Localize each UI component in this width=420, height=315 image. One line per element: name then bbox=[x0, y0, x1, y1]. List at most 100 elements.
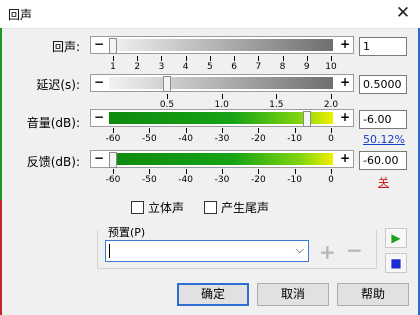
delay-track[interactable] bbox=[109, 76, 333, 92]
echo-tick-mark bbox=[113, 56, 114, 61]
echo-tick-mark bbox=[258, 56, 260, 61]
echo-minus-icon[interactable]: − bbox=[92, 37, 106, 53]
volume-slider[interactable]: − + bbox=[90, 109, 354, 127]
feedback-tick-label: -50 bbox=[141, 175, 157, 185]
play-button[interactable]: ▶ bbox=[385, 228, 407, 248]
echo-slider[interactable]: − + bbox=[90, 36, 354, 54]
window-title: 回声 bbox=[8, 8, 33, 22]
echo-tick-mark bbox=[185, 56, 187, 61]
echo-tick-label: 1 bbox=[110, 62, 116, 72]
feedback-value-field[interactable]: -60.00 bbox=[359, 151, 407, 170]
volume-tick-mark bbox=[185, 128, 187, 133]
stereo-checkbox[interactable] bbox=[131, 201, 144, 214]
stereo-checkbox-label: 立体声 bbox=[148, 201, 185, 215]
echo-tick-label: 9 bbox=[303, 62, 310, 72]
title-bar: 回声 ✕ bbox=[0, 0, 420, 29]
echo-tick-label: 4 bbox=[182, 62, 189, 72]
echo-tick-label: 8 bbox=[279, 62, 286, 72]
delay-thumb[interactable] bbox=[163, 76, 171, 92]
echo-tick-label: 6 bbox=[231, 62, 237, 72]
volume-percent-link[interactable]: 50.12% bbox=[363, 133, 405, 146]
volume-tick-label: 0 bbox=[328, 134, 334, 144]
close-icon[interactable]: ✕ bbox=[386, 0, 420, 28]
volume-ticks: -60 -50 -40 -30 -20 -10 0 bbox=[106, 128, 334, 144]
delay-plus-icon[interactable]: + bbox=[338, 75, 352, 91]
feedback-track[interactable] bbox=[109, 152, 333, 168]
tail-checkbox-label: 产生尾声 bbox=[221, 201, 270, 215]
delay-value-field[interactable]: 0.5000 bbox=[359, 75, 407, 94]
stereo-option[interactable]: 立体声 bbox=[131, 199, 184, 216]
tail-option[interactable]: 产生尾声 bbox=[204, 199, 269, 216]
volume-label: 音量(dB): bbox=[26, 116, 80, 130]
feedback-tick-label: -40 bbox=[178, 175, 194, 185]
echo-label: 回声: bbox=[51, 40, 80, 54]
feedback-tick-label: -10 bbox=[287, 175, 303, 185]
feedback-tick-label: -30 bbox=[214, 175, 230, 185]
feedback-minus-icon[interactable]: − bbox=[92, 151, 106, 167]
volume-tick-label: -40 bbox=[178, 134, 194, 144]
feedback-off-link[interactable]: 关 bbox=[378, 174, 389, 190]
echo-plus-icon[interactable]: + bbox=[338, 37, 352, 53]
cancel-button[interactable]: 取消 bbox=[257, 283, 329, 306]
window-frame-left-lower bbox=[0, 200, 2, 315]
ok-button[interactable]: 确定 bbox=[177, 283, 249, 306]
help-button[interactable]: 帮助 bbox=[337, 283, 409, 306]
echo-thumb[interactable] bbox=[109, 38, 117, 54]
volume-minus-icon[interactable]: − bbox=[92, 110, 106, 126]
volume-track[interactable] bbox=[109, 111, 333, 127]
delay-tick-mark bbox=[167, 94, 168, 99]
delay-tick-mark bbox=[221, 94, 223, 99]
echo-value-field[interactable]: 1 bbox=[359, 37, 407, 56]
volume-tick-mark bbox=[258, 128, 260, 133]
volume-tick-mark bbox=[294, 128, 296, 133]
echo-tick-mark bbox=[306, 56, 308, 61]
feedback-thumb[interactable] bbox=[109, 152, 117, 168]
echo-tick-mark bbox=[161, 56, 163, 61]
volume-tick-label: -50 bbox=[141, 134, 157, 144]
stop-button[interactable]: ■ bbox=[385, 253, 407, 273]
volume-tick-mark bbox=[149, 128, 151, 133]
feedback-tick-mark bbox=[185, 169, 187, 174]
volume-tick-label: -30 bbox=[214, 134, 230, 144]
echo-ticks: 1 2 3 4 5 6 7 8 9 10 bbox=[110, 56, 337, 72]
feedback-tick-label: -60 bbox=[105, 175, 121, 185]
volume-tick-mark bbox=[113, 128, 114, 133]
volume-tick-mark bbox=[222, 128, 223, 133]
feedback-tick-mark bbox=[222, 169, 223, 174]
echo-track[interactable] bbox=[109, 38, 333, 54]
text-caret bbox=[109, 244, 110, 258]
echo-tick-mark bbox=[234, 56, 236, 61]
tail-checkbox[interactable] bbox=[204, 201, 217, 214]
echo-tick-label: 10 bbox=[325, 62, 337, 72]
echo-tick-label: 7 bbox=[255, 62, 262, 72]
volume-tick-mark bbox=[331, 128, 332, 133]
chevron-down-icon[interactable]: ⌵ bbox=[296, 243, 304, 257]
delay-tick-mark bbox=[331, 94, 332, 99]
delay-ticks: 0.5 1.0 1.5 2.0 bbox=[160, 94, 338, 110]
add-preset-icon[interactable]: + bbox=[319, 240, 336, 264]
preset-label: 预置(P) bbox=[106, 224, 148, 240]
delay-slider[interactable]: − + bbox=[90, 74, 354, 92]
echo-tick-mark bbox=[331, 56, 332, 61]
volume-tick-label: -10 bbox=[287, 134, 303, 144]
feedback-ticks: -60 -50 -40 -30 -20 -10 0 bbox=[106, 169, 334, 185]
volume-value-field[interactable]: -6.00 bbox=[359, 110, 407, 129]
volume-thumb[interactable] bbox=[303, 111, 312, 127]
echo-tick-label: 3 bbox=[158, 62, 165, 72]
feedback-label: 反馈(dB): bbox=[26, 155, 80, 169]
feedback-tick-mark bbox=[258, 169, 260, 174]
delay-minus-icon[interactable]: − bbox=[92, 75, 106, 91]
feedback-slider[interactable]: − + bbox=[90, 150, 354, 168]
preset-combobox[interactable]: ⌵ bbox=[105, 240, 309, 262]
remove-preset-icon[interactable]: − bbox=[346, 238, 363, 262]
echo-tick-mark bbox=[209, 56, 211, 61]
play-icon: ▶ bbox=[391, 231, 401, 245]
feedback-plus-icon[interactable]: + bbox=[338, 151, 352, 167]
echo-tick-label: 2 bbox=[134, 62, 141, 72]
volume-plus-icon[interactable]: + bbox=[338, 110, 352, 126]
feedback-tick-mark bbox=[331, 169, 332, 174]
delay-tick-mark bbox=[276, 94, 278, 99]
feedback-tick-mark bbox=[149, 169, 151, 174]
feedback-tick-label: -20 bbox=[250, 175, 266, 185]
feedback-tick-label: 0 bbox=[328, 175, 334, 185]
